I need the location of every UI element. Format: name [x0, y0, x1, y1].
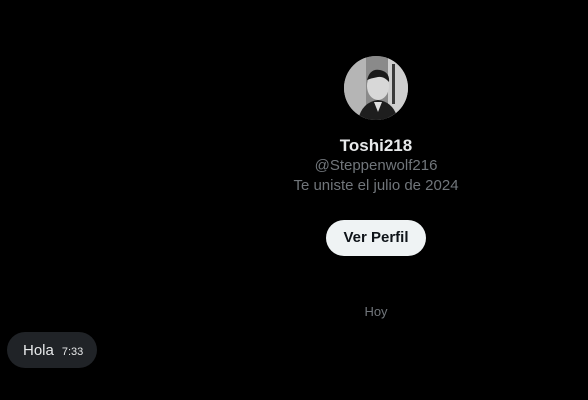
- avatar[interactable]: [344, 56, 408, 120]
- view-profile-button[interactable]: Ver Perfil: [326, 220, 426, 256]
- username-handle: @Steppenwolf216: [314, 157, 438, 174]
- join-date: Te uniste el julio de 2024: [293, 177, 459, 194]
- profile-summary: Toshi218 @Steppenwolf216 Te uniste el ju…: [250, 0, 502, 400]
- avatar-photo-icon: [344, 56, 408, 120]
- message-timestamp: 7:33: [61, 346, 84, 358]
- message-text: Hola: [23, 341, 54, 359]
- message-bubble[interactable]: Hola 7:33: [7, 332, 98, 368]
- day-divider: Hoy: [364, 304, 388, 319]
- display-name: Toshi218: [339, 136, 413, 155]
